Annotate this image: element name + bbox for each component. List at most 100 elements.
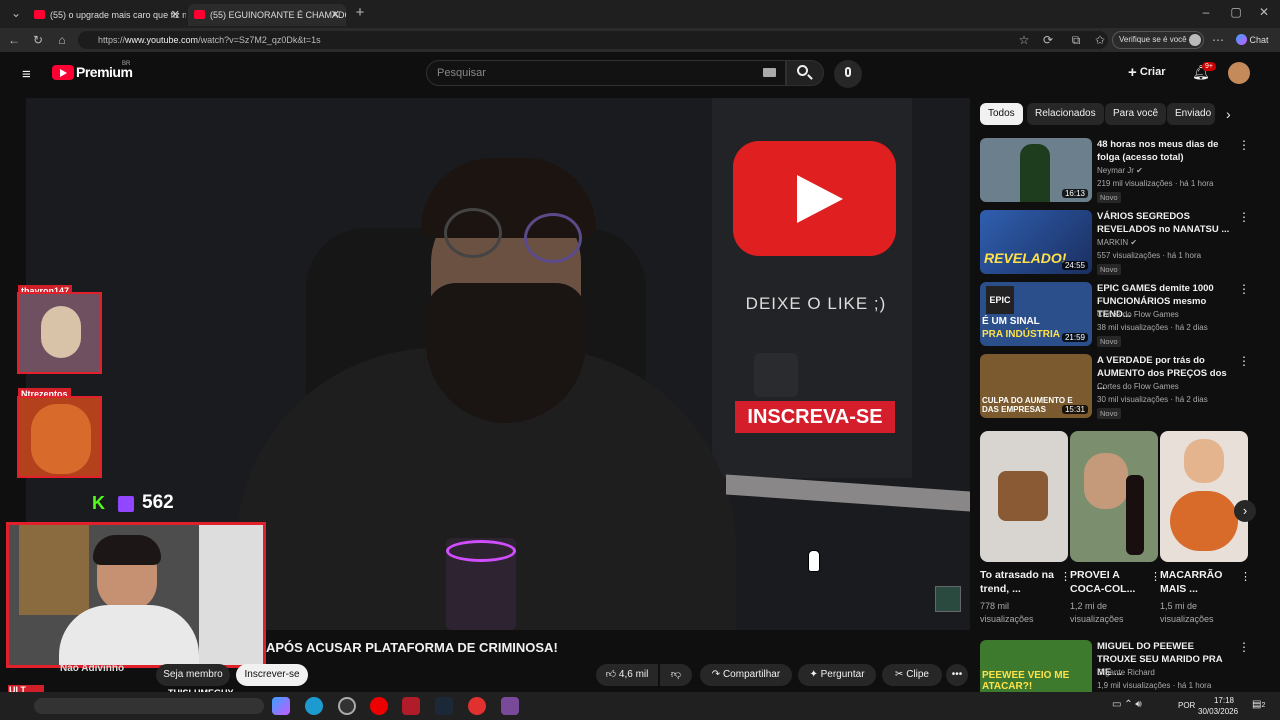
menu-dots-icon[interactable]: ⋯ [1210,33,1226,47]
verify-identity-button[interactable]: Verifique se é você [1112,31,1204,49]
chip-all[interactable]: Todos [980,103,1023,125]
kebab-menu-icon[interactable]: ⋮ [1238,640,1250,654]
voice-search-button[interactable] [834,60,862,88]
join-button[interactable]: Seja membro [156,664,230,686]
channel-name[interactable]: Não Adivinho [60,663,124,674]
subscribe-button[interactable]: Inscrever-se [236,664,308,686]
channel-watermark-icon[interactable] [935,586,961,612]
search-input[interactable]: Pesquisar [426,60,786,86]
short-item[interactable]: To atrasado na trend, ... ⋮ 778 mil visu… [980,431,1071,627]
youtube-music-icon[interactable] [370,697,388,715]
tab-upgrade[interactable]: (55) o upgrade mais caro que fiz n ✕ [28,4,186,26]
kebab-menu-icon[interactable]: ⋮ [1238,354,1250,368]
chip-for-you[interactable]: Para você [1105,103,1167,125]
kebab-menu-icon[interactable]: ⋮ [1238,138,1250,152]
thumb-caption: CULPA DO AUMENTO E DAS EMPRESAS [982,396,1073,414]
rec-channel[interactable]: Cortes do Flow Games [1097,310,1179,319]
short-thumbnail[interactable] [1160,431,1248,562]
short-title[interactable]: MACARRÃO MAIS ... [1160,568,1238,596]
share-button[interactable]: ↷ Compartilhar [700,664,792,686]
tab-active[interactable]: (55) EGUINORANTE É CHAMADO ✕ [188,4,346,26]
rec-title[interactable]: 48 horas nos meus dias de folga (acesso … [1097,138,1231,164]
reload-icon[interactable]: ↻ [30,33,46,47]
favorites-bar-icon[interactable]: ✩ [1092,33,1108,47]
copilot-chat-button[interactable]: Chat [1236,34,1269,45]
short-thumbnail[interactable] [980,431,1068,562]
favorite-icon[interactable]: ☆ [1016,33,1032,47]
like-button[interactable]: 👍︎ 4,6 mil [596,664,658,686]
keyboard-icon[interactable] [763,68,776,77]
create-button[interactable]: + Criar [1128,62,1166,83]
back-icon[interactable]: ← [6,33,22,47]
steam-icon[interactable] [435,697,453,715]
rec-thumbnail[interactable]: EPIC É UM SINAL PRA INDÚSTRIA 21:59 [980,282,1092,346]
rec-thumbnail[interactable]: 16:13 [980,138,1092,202]
shorts-next-button[interactable]: › [1234,500,1256,522]
rec-item[interactable]: 16:13 48 horas nos meus dias de folga (a… [980,138,1250,203]
kebab-menu-icon[interactable]: ⋮ [1238,210,1250,224]
language-indicator[interactable]: POR [1178,701,1195,710]
search-button[interactable] [786,60,824,86]
close-tab-icon[interactable]: ✕ [331,4,340,26]
hamburger-menu-icon[interactable]: ≡ [22,66,31,83]
short-title[interactable]: PROVEI A COCA-COL... [1070,568,1148,596]
tab-actions-icon[interactable]: ⌄ [8,6,24,20]
youtube-favicon-icon [34,10,45,19]
region-code: BR [122,61,131,67]
close-tab-icon[interactable]: ✕ [171,4,180,26]
clip-button[interactable]: ✂ Clipe [882,664,942,686]
chip-uploaded[interactable]: Enviado [1167,103,1215,125]
rec-thumbnail[interactable]: CULPA DO AUMENTO E DAS EMPRESAS 15:31 [980,354,1092,418]
rec-channel[interactable]: Gigante Richard [1097,668,1155,677]
ask-button[interactable]: ✦ Perguntar [798,664,876,686]
account-avatar[interactable] [1228,62,1250,84]
edge-browser-icon[interactable] [305,697,323,715]
verified-icon: ✔ [1136,166,1143,175]
short-item[interactable]: PROVEI A COCA-COL... ⋮ 1,2 mi de visuali… [1070,431,1161,627]
rec-channel[interactable]: Cortes do Flow Games [1097,382,1179,391]
url-field[interactable]: https://www.youtube.com/watch?v=Sz7M2_qz… [78,31,1108,49]
collections-icon[interactable]: ⧉ [1068,33,1084,48]
rec-title[interactable]: VÁRIOS SEGREDOS REVELADOS no NANATSU ... [1097,210,1231,236]
thumbs-up-icon [754,353,798,397]
twitch-logo-icon [118,496,134,512]
rec-channel[interactable]: Neymar Jr ✔ [1097,166,1143,175]
new-tab-button[interactable]: + [352,4,368,21]
share-icon: ↷ [711,669,721,680]
minimize-icon[interactable]: – [1198,5,1214,19]
notification-center-icon[interactable]: ▤2 [1252,699,1265,710]
home-icon[interactable]: ⌂ [54,33,70,47]
game-app-icon[interactable] [501,697,519,715]
more-actions-button[interactable]: ••• [946,664,968,686]
extensions-icon[interactable]: ⟳ [1040,33,1056,47]
streaming-app-icon[interactable] [402,697,420,715]
short-thumbnail[interactable] [1070,431,1158,562]
chip-related[interactable]: Relacionados [1027,103,1104,125]
maximize-icon[interactable]: ▢ [1228,5,1244,19]
rec-item[interactable]: REVELADO! 24:55 VÁRIOS SEGREDOS REVELADO… [980,210,1250,275]
thumbs-up-icon: 👍︎ [605,669,617,680]
rec-item[interactable]: EPIC É UM SINAL PRA INDÚSTRIA 21:59 EPIC… [980,282,1250,347]
thumb-figure [1020,144,1050,202]
copilot-icon[interactable] [272,697,290,715]
s-app-icon[interactable] [468,697,486,715]
rec-item[interactable]: CULPA DO AUMENTO E DAS EMPRESAS 15:31 A … [980,354,1250,419]
rec-channel-name: Neymar Jr [1097,166,1134,175]
scissors-icon: ✂ [895,669,904,680]
dislike-button[interactable]: 👎︎ [660,664,692,686]
rec-thumbnail[interactable]: REVELADO! 24:55 [980,210,1092,274]
rec-channel[interactable]: MARKIN ✔ [1097,238,1137,247]
youtube-logo-icon[interactable] [52,65,74,80]
short-title[interactable]: To atrasado na trend, ... [980,568,1058,596]
system-clock[interactable]: 17:18 30/03/2026 [1198,695,1238,717]
kebab-menu-icon[interactable]: ⋮ [1240,570,1251,583]
search-bar-preview[interactable] [34,698,264,714]
short-views: 778 mil visualizações [980,601,1034,624]
chips-next-icon[interactable]: › [1226,106,1231,122]
close-window-icon[interactable]: ✕ [1256,5,1272,19]
video-title: APÓS ACUSAR PLATAFORMA DE CRIMINOSA! [266,640,558,655]
kebab-menu-icon[interactable]: ⋮ [1238,282,1250,296]
short-item[interactable]: MACARRÃO MAIS ... ⋮ 1,5 mi de visualizaç… [1160,431,1251,627]
tray-icons[interactable]: ▭ ⌃ 🔊︎ [1112,699,1172,713]
obs-icon[interactable] [338,697,356,715]
